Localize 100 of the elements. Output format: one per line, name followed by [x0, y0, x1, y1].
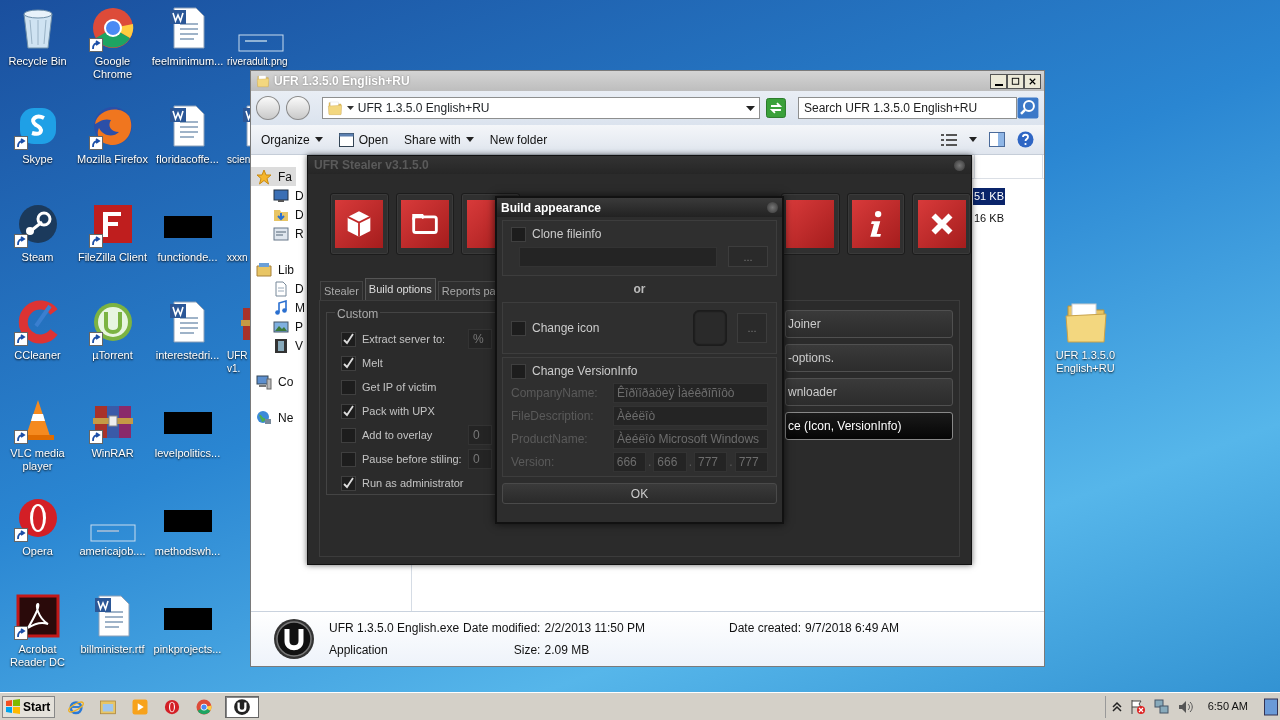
- desktop-icon-label[interactable]: FileZilla Client: [77, 251, 148, 264]
- toolbar-button[interactable]: [395, 193, 455, 255]
- desktop-icon-label[interactable]: Recycle Bin: [8, 55, 67, 68]
- file-size[interactable]: 51 KB: [973, 188, 1005, 205]
- action-button[interactable]: Joiner: [785, 310, 953, 338]
- nav-item[interactable]: P: [251, 317, 307, 336]
- show-hidden-icons[interactable]: [1111, 700, 1122, 713]
- refresh-icon[interactable]: [766, 98, 786, 118]
- checkbox[interactable]: [341, 451, 356, 467]
- start-button[interactable]: Start: [2, 695, 56, 718]
- search-icon[interactable]: [1017, 97, 1039, 119]
- desktop-icon-label[interactable]: WinRAR: [91, 447, 134, 460]
- search-field[interactable]: Search UFR 1.3.5.0 English+RU: [797, 97, 1018, 119]
- close-button[interactable]: [1024, 73, 1041, 89]
- desktop-icon-label[interactable]: riveradult.png: [227, 55, 288, 68]
- checkbox[interactable]: [511, 363, 526, 379]
- dialog-title: Build appearance: [501, 199, 602, 217]
- nav-item[interactable]: Co: [251, 372, 298, 391]
- action-button[interactable]: ce (Icon, VersionInfo): [785, 412, 953, 440]
- toolbar-button[interactable]: Open: [338, 130, 389, 149]
- nav-item[interactable]: D: [251, 279, 308, 298]
- input-field[interactable]: 777: [734, 452, 768, 472]
- browse-button[interactable]: ...: [737, 313, 767, 343]
- nav-item[interactable]: Lib: [251, 260, 298, 279]
- desktop-icon-label[interactable]: CCleaner: [14, 349, 61, 362]
- caret-icon[interactable]: [969, 137, 977, 142]
- view-options-icon[interactable]: [941, 132, 957, 147]
- taskbar-button[interactable]: [225, 695, 260, 718]
- desktop-icon-label[interactable]: methodswh...: [154, 545, 221, 558]
- nav-item[interactable]: V: [251, 336, 307, 355]
- maximize-button[interactable]: [1007, 73, 1024, 89]
- input-field[interactable]: 0: [468, 425, 492, 445]
- checkbox[interactable]: [341, 331, 356, 347]
- desktop-icon-label[interactable]: levelpolitics...: [154, 447, 221, 460]
- desktop-icon-label[interactable]: Skype: [22, 153, 53, 166]
- checkbox[interactable]: [341, 403, 356, 419]
- nav-item[interactable]: Fa: [251, 167, 296, 186]
- desktop-icon-label[interactable]: Google Chrome: [75, 55, 150, 81]
- desktop-icon-label[interactable]: µTorrent: [92, 349, 133, 362]
- checkbox[interactable]: [511, 226, 526, 242]
- browse-button[interactable]: ...: [728, 246, 768, 267]
- checkbox[interactable]: [341, 379, 356, 395]
- input-field[interactable]: Àèéëîò: [613, 406, 768, 426]
- input-field[interactable]: 666: [653, 452, 687, 472]
- nav-item[interactable]: Ne: [251, 408, 298, 427]
- caret-icon: [346, 105, 354, 111]
- desktop-icon-label[interactable]: Mozilla Firefox: [77, 153, 148, 166]
- desktop-icon-label[interactable]: scien: [227, 153, 251, 166]
- monitor-icon: [273, 187, 289, 204]
- nav-item[interactable]: D: [251, 186, 308, 205]
- input-field[interactable]: 666: [612, 452, 646, 472]
- option-label: Pause before stiling:: [362, 451, 462, 467]
- toolbar-button[interactable]: Organize: [261, 130, 323, 149]
- minimize-button[interactable]: [990, 73, 1007, 89]
- desktop-icon-label[interactable]: interestedri...: [155, 349, 220, 362]
- desktop-icon-label[interactable]: functionde...: [157, 251, 218, 264]
- input-field[interactable]: 0: [468, 449, 492, 469]
- app-logo-icon: [273, 618, 315, 660]
- action-button[interactable]: -options.: [785, 344, 953, 372]
- toolbar-button[interactable]: Share with: [404, 130, 474, 149]
- ok-button[interactable]: OK: [502, 483, 777, 504]
- flag-alert-icon[interactable]: [1129, 698, 1146, 715]
- toolbar-button[interactable]: [912, 193, 971, 255]
- back-button[interactable]: [256, 96, 280, 120]
- input-field[interactable]: %: [468, 329, 492, 349]
- desktop-icon-label[interactable]: UFR v1.: [227, 349, 248, 375]
- nav-item[interactable]: D: [251, 205, 308, 224]
- desktop-icon-label[interactable]: Acrobat Reader DC: [0, 643, 75, 669]
- clock[interactable]: 6:50 AM: [1207, 698, 1248, 715]
- tab[interactable]: Stealer: [320, 281, 363, 300]
- toolbar-button[interactable]: New folder: [489, 130, 548, 149]
- forward-button[interactable]: [285, 96, 310, 120]
- shortcut-arrow-icon: [13, 332, 28, 346]
- nav-item[interactable]: M: [251, 298, 309, 317]
- checkbox[interactable]: [341, 355, 356, 371]
- desktop-icon-label[interactable]: VLC media player: [0, 447, 75, 473]
- tab[interactable]: Build options: [364, 278, 436, 300]
- input-field[interactable]: 777: [694, 452, 728, 472]
- desktop-icon-label[interactable]: Opera: [22, 545, 53, 558]
- input-field[interactable]: Êîðïîðàöèÿ Ìàéêðîñîôò: [613, 383, 768, 403]
- preview-pane-icon[interactable]: [989, 132, 1005, 147]
- desktop-icon-label[interactable]: billminister.rtf: [80, 643, 145, 656]
- toolbar-button[interactable]: [330, 193, 389, 255]
- desktop-icon-label[interactable]: floridacoffe...: [156, 153, 219, 166]
- desktop-icon-label[interactable]: xxxn: [227, 251, 248, 264]
- file-size[interactable]: 16 KB: [973, 210, 1005, 227]
- action-button[interactable]: wnloader: [785, 378, 953, 406]
- checkbox[interactable]: [511, 320, 526, 336]
- network-icon[interactable]: [1153, 698, 1170, 715]
- checkbox[interactable]: [341, 475, 356, 491]
- nav-item[interactable]: R: [251, 224, 308, 243]
- desktop-icon-label[interactable]: feelminimum...: [151, 55, 224, 68]
- show-desktop-button[interactable]: [1264, 696, 1278, 717]
- help-icon[interactable]: [1017, 131, 1034, 148]
- desktop-icon-label[interactable]: Steam: [21, 251, 54, 264]
- input-field[interactable]: Àèéëîò Microsoft Windows: [613, 429, 768, 449]
- checkbox[interactable]: [341, 427, 356, 443]
- desktop-icon-label[interactable]: americajob....: [79, 545, 146, 558]
- toolbar-button[interactable]: [846, 193, 906, 255]
- address-bar[interactable]: UFR 1.3.5.0 English+RU: [321, 97, 761, 119]
